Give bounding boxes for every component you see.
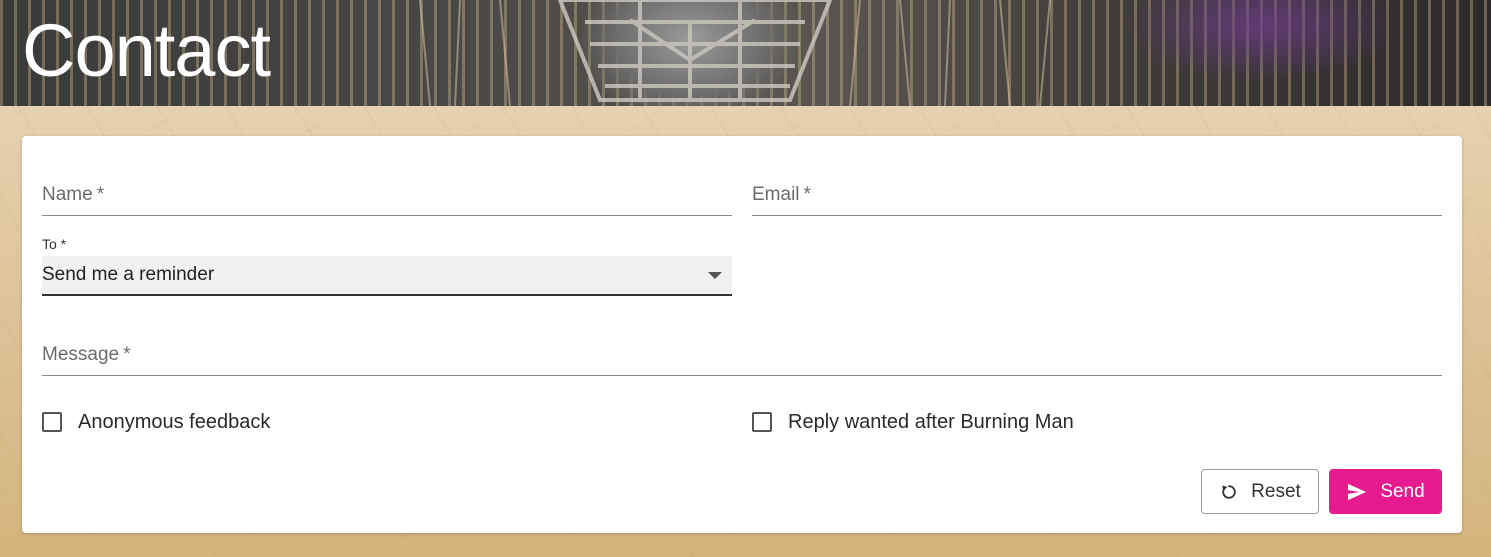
anonymous-feedback-label: Anonymous feedback bbox=[78, 410, 271, 433]
message-field-label: Message * bbox=[42, 344, 131, 365]
anonymous-feedback-checkbox[interactable] bbox=[42, 412, 62, 432]
reset-button[interactable]: Reset bbox=[1201, 469, 1319, 514]
reply-wanted-option[interactable]: Reply wanted after Burning Man bbox=[752, 410, 1074, 434]
page: Contact Name * Email * To * Send me a remi… bbox=[0, 0, 1491, 557]
to-select[interactable]: Send me a reminder bbox=[42, 256, 732, 296]
email-field[interactable]: Email * bbox=[752, 180, 1442, 216]
name-field[interactable]: Name * bbox=[42, 180, 732, 216]
to-select-field: To * Send me a reminder bbox=[42, 234, 732, 296]
anonymous-feedback-option[interactable]: Anonymous feedback bbox=[42, 410, 270, 434]
header-banner: Contact bbox=[0, 0, 1491, 106]
email-field-label: Email * bbox=[752, 184, 811, 205]
dropdown-arrow-icon bbox=[708, 272, 722, 279]
reset-button-label: Reset bbox=[1251, 480, 1301, 502]
reply-wanted-checkbox[interactable] bbox=[752, 412, 772, 432]
send-icon bbox=[1346, 482, 1368, 502]
to-select-value: Send me a reminder bbox=[42, 264, 215, 285]
send-button-label: Send bbox=[1380, 480, 1425, 502]
reset-icon bbox=[1219, 482, 1239, 502]
reply-wanted-label: Reply wanted after Burning Man bbox=[788, 410, 1074, 433]
name-field-label: Name * bbox=[42, 184, 105, 205]
send-button[interactable]: Send bbox=[1329, 469, 1442, 514]
message-field[interactable]: Message * bbox=[42, 340, 1442, 376]
to-select-label: To * bbox=[42, 236, 67, 252]
page-title: Contact bbox=[22, 9, 271, 92]
contact-form-card: Name * Email * To * Send me a reminder Mes… bbox=[22, 136, 1462, 533]
